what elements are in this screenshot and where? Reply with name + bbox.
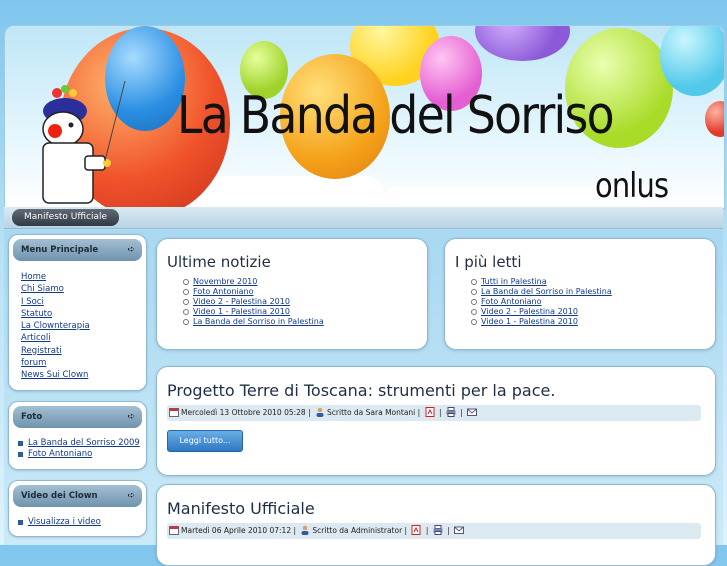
sidebar-item-chi-siamo[interactable]: Chi Siamo (21, 284, 64, 294)
module-header: Menu Principale ➪ (13, 239, 142, 261)
calendar-icon (169, 526, 179, 535)
sidebar-item-registrati[interactable]: Registrati (21, 346, 62, 356)
latest-news-list: Novembre 2010 Foto Antoniano Video 2 - P… (183, 277, 427, 327)
main-menu-module: Menu Principale ➪ Home Chi Siamo I Soci … (8, 234, 147, 391)
print-icon[interactable] (433, 525, 443, 535)
article-title[interactable]: Progetto Terre di Toscana: strumenti per… (167, 381, 555, 400)
news-item[interactable]: Video 1 - Palestina 2010 (193, 307, 290, 316)
site-title: La Banda del Sorriso (177, 86, 615, 146)
sidebar: Menu Principale ➪ Home Chi Siamo I Soci … (8, 234, 147, 547)
most-read-item[interactable]: La Banda del Sorriso in Palestina (481, 287, 612, 296)
email-icon[interactable] (467, 407, 478, 417)
article-date: Mercoledì 13 Ottobre 2010 05:28 (181, 408, 306, 417)
sidebar-item-home[interactable]: Home (21, 272, 46, 282)
foto-list: La Banda del Sorriso 2009 Foto Antoniano (13, 438, 142, 461)
sidebar-item-statuto[interactable]: Statuto (21, 309, 52, 319)
pdf-icon[interactable] (425, 407, 435, 417)
sidebar-item-soci[interactable]: I Soci (21, 297, 44, 307)
balloon-icon (475, 26, 570, 61)
module-title: Menu Principale (21, 245, 99, 255)
video-module: Video dei Clown ➪ Visualizza i video (8, 479, 147, 538)
pdf-icon[interactable] (411, 525, 421, 535)
foto-module: Foto ➪ La Banda del Sorriso 2009 Foto An… (8, 400, 147, 470)
balloon-icon (705, 101, 724, 137)
video-list: Visualizza i video (13, 517, 142, 529)
clown-mascot-icon (42, 81, 126, 204)
most-read-item[interactable]: Video 2 - Palestina 2010 (481, 307, 578, 316)
sidebar-item-news-clown[interactable]: News Sui Clown (21, 370, 88, 380)
site-header: La Banda del Sorriso onlus (4, 25, 725, 209)
top-menu-bar: Manifesto Ufficiale (4, 207, 723, 229)
module-header: Foto ➪ (13, 405, 142, 428)
main-menu-list: Home Chi Siamo I Soci Statuto La Clownte… (13, 271, 142, 382)
read-more-button[interactable]: Leggi tutto... (167, 430, 243, 452)
main-content-area: Menu Principale ➪ Home Chi Siamo I Soci … (4, 230, 723, 566)
article-title[interactable]: Manifesto Ufficiale (167, 499, 315, 518)
article-author: Scritto da Sara Montani (327, 408, 416, 417)
sidebar-item-forum[interactable]: forum (21, 358, 46, 368)
news-item[interactable]: Foto Antoniano (193, 287, 254, 296)
module-title: Video dei Clown (21, 490, 98, 501)
foto-item-antoniano[interactable]: Foto Antoniano (28, 449, 92, 459)
most-read-item[interactable]: Foto Antoniano (481, 297, 542, 306)
user-icon (316, 407, 324, 417)
video-item-visualizza[interactable]: Visualizza i video (28, 517, 101, 527)
arrow-right-icon: ➪ (127, 490, 135, 501)
email-icon[interactable] (454, 525, 465, 535)
article-info-bar: Mercoledì 13 Ottobre 2010 05:28 | Scritt… (167, 405, 701, 421)
news-item[interactable]: La Banda del Sorriso in Palestina (193, 317, 324, 326)
user-icon (301, 525, 309, 535)
article-date: Martedì 06 Aprile 2010 07:12 (181, 526, 292, 535)
most-read-box: I più letti Tutti in Palestina La Banda … (444, 238, 716, 350)
article-author: Scritto da Administrator (312, 526, 403, 535)
site-subtitle: onlus (595, 166, 669, 206)
most-read-item[interactable]: Video 1 - Palestina 2010 (481, 317, 578, 326)
module-header: Video dei Clown ➪ (13, 484, 142, 507)
most-read-item[interactable]: Tutti in Palestina (481, 277, 547, 286)
latest-news-title: Ultime notizie (167, 253, 271, 271)
most-read-list: Tutti in Palestina La Banda del Sorriso … (471, 277, 715, 327)
module-title: Foto (21, 411, 43, 422)
article-card: Manifesto Ufficiale Martedì 06 Aprile 20… (156, 484, 716, 566)
print-icon[interactable] (446, 407, 456, 417)
calendar-icon (169, 408, 179, 417)
arrow-right-icon: ➪ (127, 245, 135, 255)
most-read-title: I più letti (455, 253, 522, 271)
sidebar-item-articoli[interactable]: Articoli (21, 333, 51, 343)
sidebar-item-clownterapia[interactable]: La Clownterapia (21, 321, 90, 331)
article-card: Progetto Terre di Toscana: strumenti per… (156, 366, 716, 476)
latest-news-box: Ultime notizie Novembre 2010 Foto Antoni… (156, 238, 428, 350)
menu-item-manifesto[interactable]: Manifesto Ufficiale (12, 209, 120, 226)
news-item[interactable]: Video 2 - Palestina 2010 (193, 297, 290, 306)
article-info-bar: Martedì 06 Aprile 2010 07:12 | Scritto d… (167, 523, 701, 539)
news-item[interactable]: Novembre 2010 (193, 277, 257, 286)
arrow-right-icon: ➪ (127, 411, 135, 422)
foto-item-banda-2009[interactable]: La Banda del Sorriso 2009 (28, 438, 140, 448)
